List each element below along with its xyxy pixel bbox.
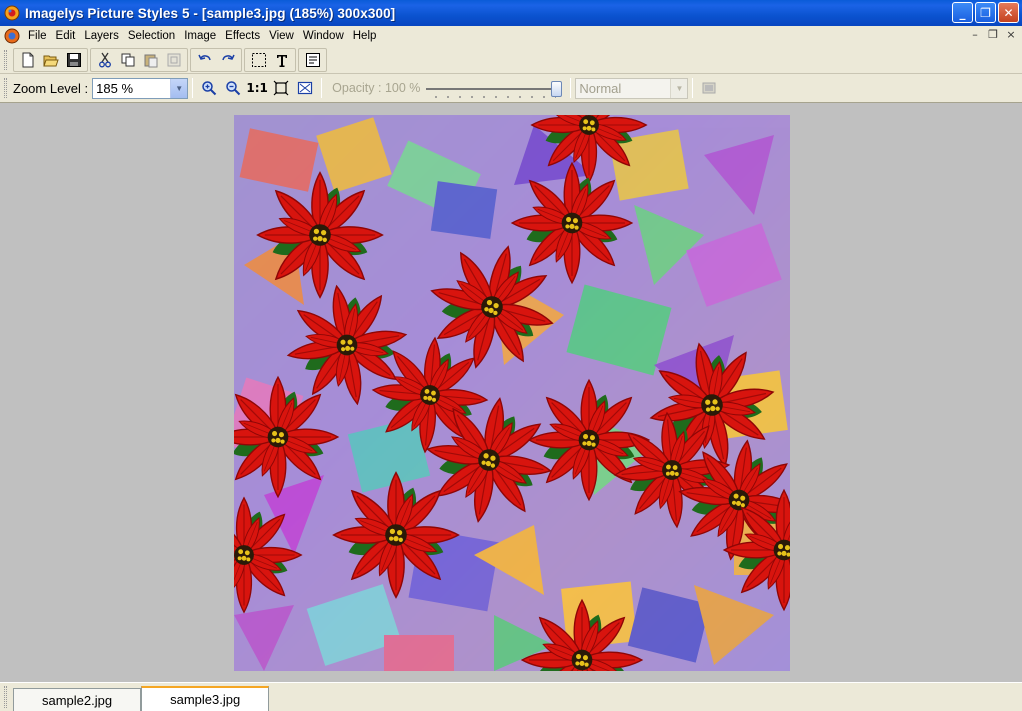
selection-button[interactable] [247,49,270,71]
fit-window-icon [298,81,313,95]
tab-label: sample2.jpg [42,692,113,708]
save-button[interactable] [62,49,85,71]
mdi-minimize-button[interactable]: – [967,27,983,42]
tab-label: sample3.jpg [170,692,241,707]
blend-mode-select[interactable]: Normal ▼ [575,77,689,99]
close-icon: ✕ [1003,5,1014,20]
mdi-restore-button[interactable]: ❐ [985,27,1001,42]
maximize-button[interactable]: ❐ [975,2,996,23]
tab-sample3[interactable]: sample3.jpg [141,686,270,711]
zoom-level-value: 185 % [96,80,134,96]
zoom-level-select[interactable]: 185 % ▼ [92,77,189,99]
redo-icon [221,54,235,60]
paste-new-button[interactable] [162,49,185,71]
opacity-slider-track [426,88,561,90]
menu-file[interactable]: File [24,30,52,42]
separator [192,78,194,98]
undo-button[interactable] [193,49,216,71]
close-button[interactable]: ✕ [998,2,1019,23]
menu-layers[interactable]: Layers [80,30,124,42]
actual-size-button[interactable]: 1:1 [245,77,269,99]
properties-button[interactable] [301,49,324,71]
zoom-in-icon [202,81,217,96]
menu-effects[interactable]: Effects [221,30,265,42]
cut-icon [98,52,111,67]
separator [570,78,572,98]
minimize-icon: _ [959,5,966,20]
fit-icon [273,80,289,96]
layer-button[interactable] [697,77,721,99]
chevron-down-icon[interactable]: ▼ [170,78,188,98]
paste-disabled-icon [167,53,180,66]
image-canvas[interactable] [234,115,790,671]
selection-icon [251,52,266,67]
tools-toolbar-group [244,47,296,72]
open-button[interactable] [39,49,62,71]
mdi-close-button[interactable]: × [1003,27,1019,42]
menu-window[interactable]: Window [299,30,349,42]
tab-sample2[interactable]: sample2.jpg [13,688,142,711]
layer-disabled-icon [702,82,716,94]
menu-bar: File Edit Layers Selection Image Effects… [0,26,1022,45]
properties-icon [305,52,320,67]
document-tab-bar: sample2.jpg sample3.jpg [0,682,1022,711]
maximize-icon: ❐ [980,5,991,20]
workspace[interactable] [0,103,1022,682]
app-icon[interactable] [4,5,20,21]
menu-view[interactable]: View [265,30,299,42]
new-icon [22,52,33,67]
opacity-slider-ticks [430,96,557,98]
open-icon [42,55,59,66]
window-title: Imagelys Picture Styles 5 - [sample3.jpg… [25,5,396,21]
text-button[interactable] [270,49,293,71]
redo-button[interactable] [216,49,239,71]
text-icon [276,54,287,67]
separator [692,78,694,98]
main-toolbar [0,46,1022,74]
zoom-out-icon [226,81,241,96]
blend-mode-value: Normal [579,80,622,96]
paste-button[interactable] [139,49,162,71]
minimize-button[interactable]: _ [952,2,973,23]
copy-button[interactable] [116,49,139,71]
copy-icon [121,53,134,66]
fit-button[interactable] [269,77,293,99]
file-toolbar-group [13,47,88,72]
opacity-slider[interactable] [426,76,566,100]
edit-toolbar-group [90,47,188,72]
cut-button[interactable] [93,49,116,71]
document-icon[interactable] [4,28,20,44]
menu-help[interactable]: Help [349,30,382,42]
zoom-toolbar: Zoom Level : 185 % ▼ 1:1 Opacity : 100 %… [0,74,1022,103]
separator [321,78,323,98]
menu-edit[interactable]: Edit [52,30,81,42]
opacity-slider-thumb[interactable] [551,81,563,97]
zoom-in-button[interactable] [197,77,221,99]
zoom-level-label: Zoom Level : [13,80,89,96]
undo-icon [197,54,211,60]
fit-window-button[interactable] [293,77,317,99]
properties-toolbar-group [298,47,327,72]
toolbar2-grip[interactable] [4,78,7,98]
tabbar-grip[interactable] [4,686,7,708]
actual-size-label: 1:1 [246,81,268,95]
new-button[interactable] [16,49,39,71]
opacity-label: Opacity : 100 % [332,81,421,95]
chevron-down-icon[interactable]: ▼ [670,78,688,98]
title-bar: Imagelys Picture Styles 5 - [sample3.jpg… [0,0,1022,26]
menu-image[interactable]: Image [180,30,221,42]
menu-selection[interactable]: Selection [124,30,180,42]
save-icon [66,52,81,67]
history-toolbar-group [190,47,242,72]
paste-icon [144,54,157,67]
zoom-out-button[interactable] [221,77,245,99]
poinsettia-image [234,115,790,671]
toolbar-grip[interactable] [4,49,7,70]
